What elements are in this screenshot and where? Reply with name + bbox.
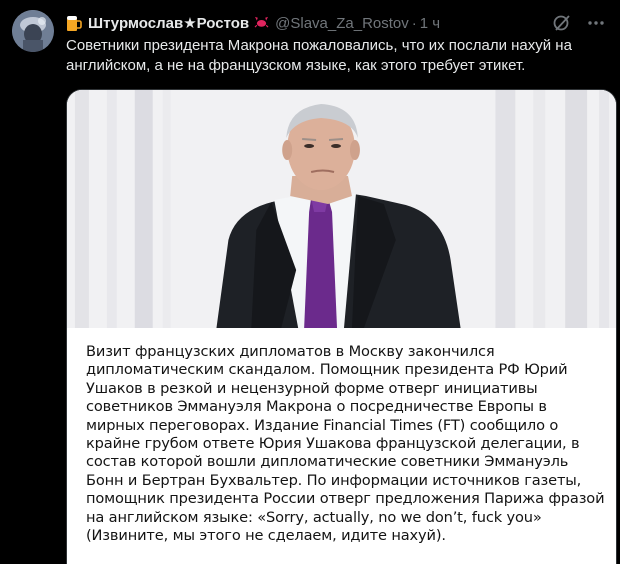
post-header: Штурмослав★Ростов @Slava_Za_Rostov · 1 ч	[66, 12, 606, 34]
display-name[interactable]: Штурмослав★Ростов	[88, 14, 249, 32]
tweet[interactable]: Штурмослав★Ростов @Slava_Za_Rostov · 1 ч	[0, 0, 620, 564]
grok-icon[interactable]	[552, 13, 572, 33]
avatar[interactable]	[12, 10, 54, 52]
separator-dot: ·	[411, 14, 417, 32]
avatar-image	[12, 10, 54, 52]
crab-icon	[254, 15, 269, 31]
post-media[interactable]: Визит французских дипломатов в Москву за…	[66, 89, 617, 564]
author-handle[interactable]: @Slava_Za_Rostov	[275, 15, 409, 32]
media-photo	[67, 90, 616, 328]
beer-mug-icon	[67, 16, 82, 31]
media-caption: Визит французских дипломатов в Москву за…	[86, 343, 605, 545]
post-time[interactable]: 1 ч	[420, 15, 440, 32]
post-text: Советники президента Макрона пожаловалис…	[66, 37, 572, 74]
more-icon[interactable]	[586, 13, 606, 33]
header-actions	[552, 12, 606, 34]
